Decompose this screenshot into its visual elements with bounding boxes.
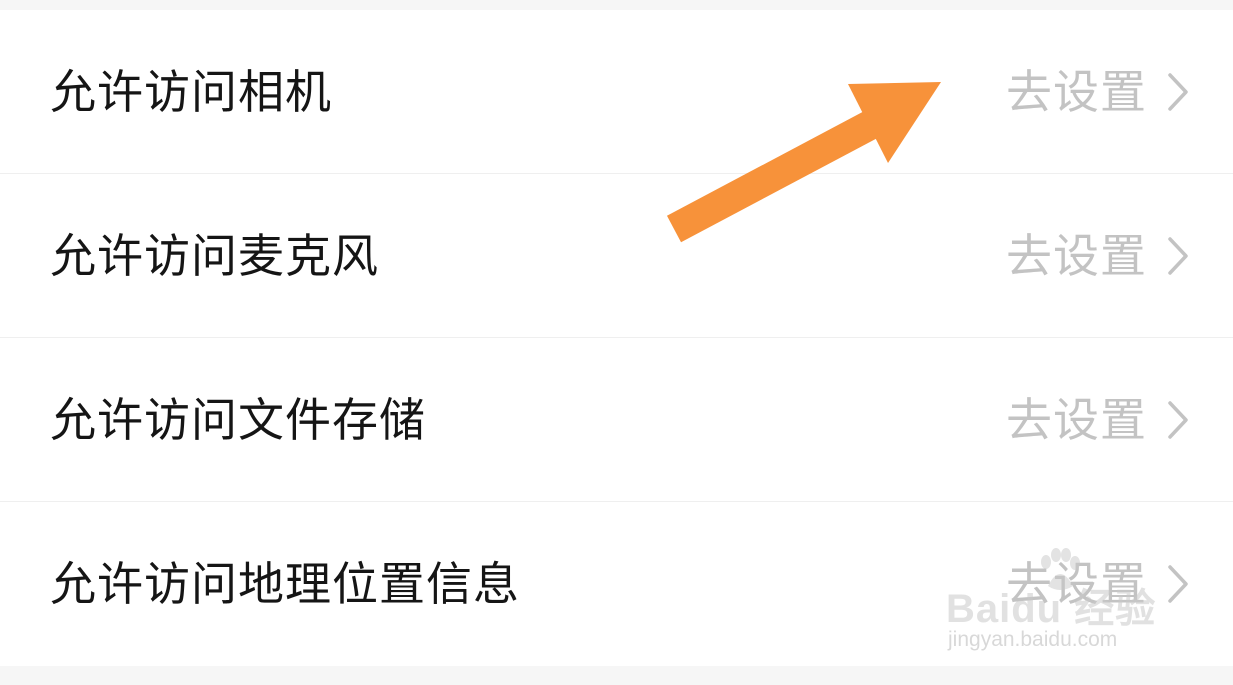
permission-row-location[interactable]: 允许访问地理位置信息 去设置 xyxy=(0,502,1233,666)
chevron-right-icon xyxy=(1168,400,1188,439)
go-settings-text: 去设置 xyxy=(1006,64,1147,119)
permission-row-file-storage[interactable]: 允许访问文件存储 去设置 xyxy=(0,338,1233,502)
permission-row-microphone[interactable]: 允许访问麦克风 去设置 xyxy=(0,174,1233,338)
permission-settings-page: 允许访问相机 去设置 允许访问麦克风 去设置 允许访问文件存储 去设置 允许访问… xyxy=(0,0,1233,685)
chevron-right-icon xyxy=(1168,236,1188,275)
go-settings-text: 去设置 xyxy=(1006,557,1147,611)
chevron-right-icon xyxy=(1168,565,1188,603)
go-settings-location[interactable]: 去设置 xyxy=(1006,561,1189,607)
go-settings-file-storage[interactable]: 去设置 xyxy=(1006,397,1189,443)
permission-list: 允许访问相机 去设置 允许访问麦克风 去设置 允许访问文件存储 去设置 允许访问… xyxy=(0,10,1233,666)
go-settings-text: 去设置 xyxy=(1006,228,1147,283)
go-settings-text: 去设置 xyxy=(1006,392,1147,447)
permission-label-camera: 允许访问相机 xyxy=(50,64,332,119)
go-settings-microphone[interactable]: 去设置 xyxy=(1006,233,1189,279)
go-settings-camera[interactable]: 去设置 xyxy=(1006,69,1189,115)
permission-row-camera[interactable]: 允许访问相机 去设置 xyxy=(0,10,1233,174)
permission-label-location: 允许访问地理位置信息 xyxy=(50,557,520,611)
chevron-right-icon xyxy=(1168,72,1188,111)
permission-label-microphone: 允许访问麦克风 xyxy=(50,228,379,283)
permission-label-file-storage: 允许访问文件存储 xyxy=(50,392,426,447)
